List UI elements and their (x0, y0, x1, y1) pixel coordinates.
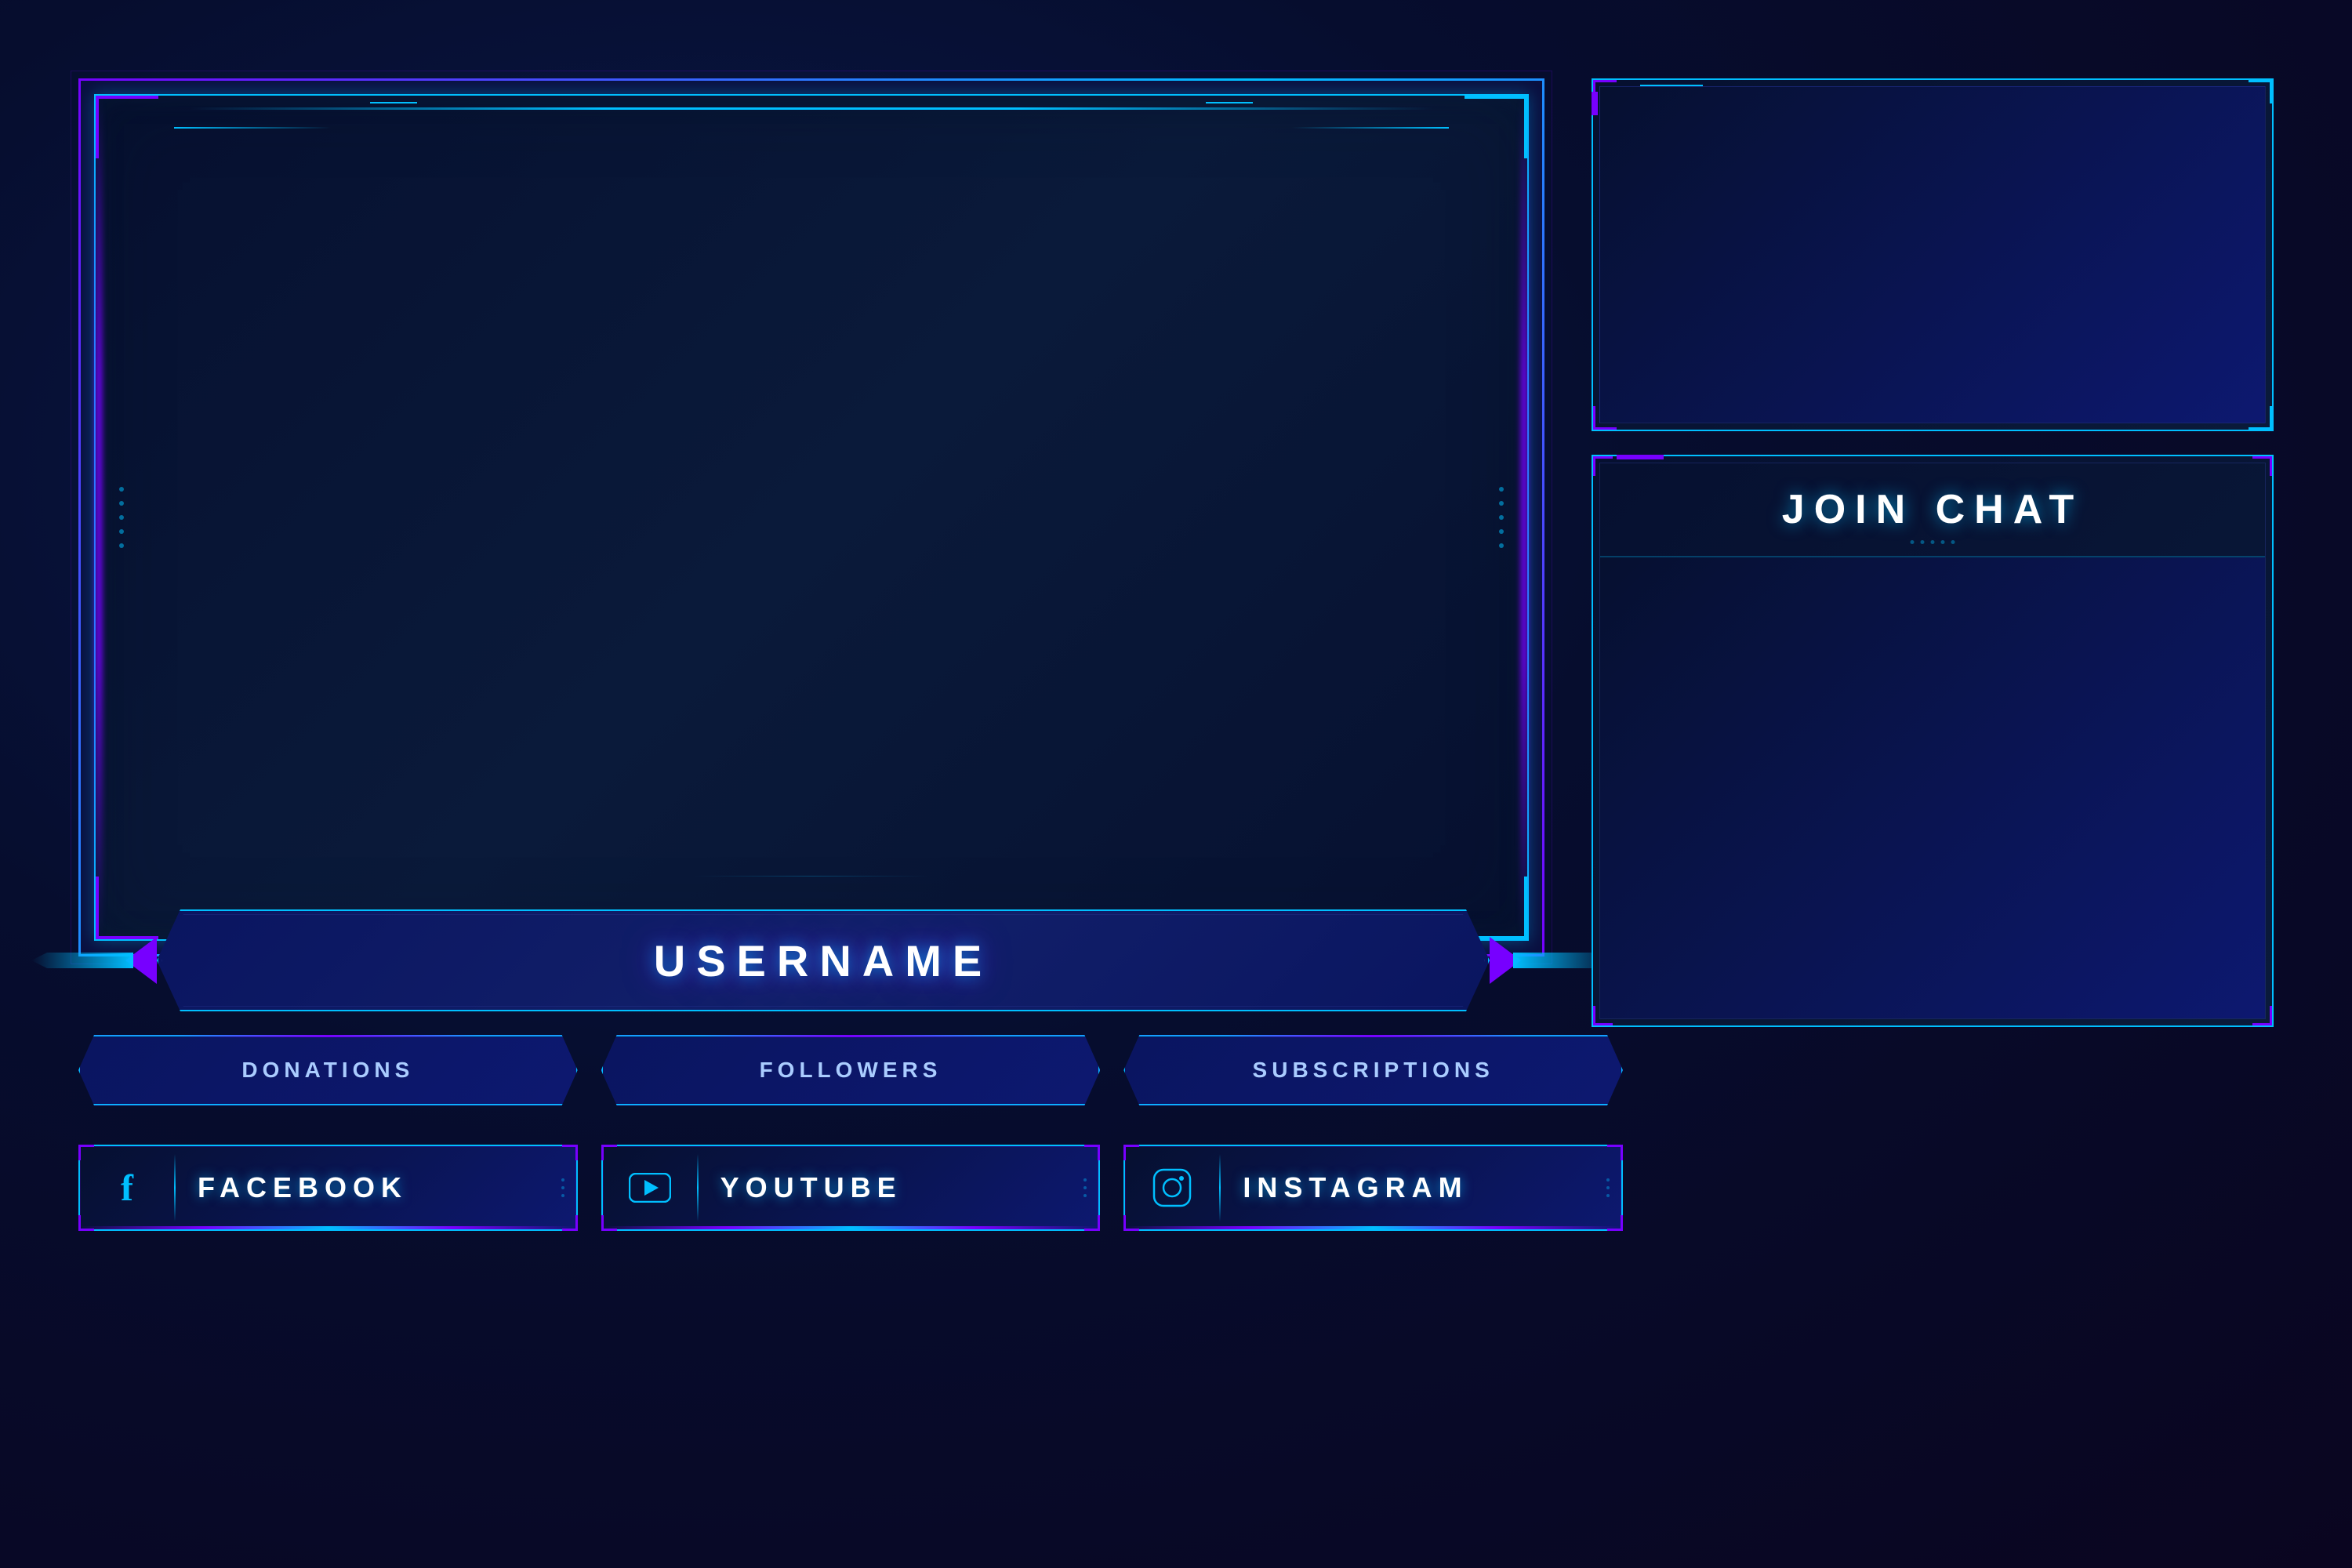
youtube-label: YOUTUBE (720, 1171, 902, 1204)
facebook-icon: f (121, 1167, 133, 1210)
dot (1499, 487, 1504, 492)
corner-bl-decoration (96, 877, 158, 939)
social-divider (697, 1154, 699, 1221)
dot (119, 487, 124, 492)
chat-dot (1921, 540, 1925, 544)
social-text-area: FACEBOOK (182, 1146, 576, 1229)
facebook-label: FACEBOOK (198, 1171, 408, 1204)
chat-dot (1931, 540, 1935, 544)
social-icon-area: f (80, 1146, 174, 1229)
hud-line-bottom (694, 876, 929, 877)
social-text-area: YOUTUBE (705, 1146, 1099, 1229)
social-dots-right (561, 1178, 564, 1197)
social-dots-right (1083, 1178, 1087, 1197)
youtube-icon (629, 1173, 671, 1203)
social-dot (561, 1178, 564, 1181)
social-dot (561, 1194, 564, 1197)
instagram-icon (1152, 1167, 1192, 1208)
social-panels: f FACEBOOK (78, 1145, 1623, 1231)
corner-tl-decoration (96, 96, 158, 158)
social-panel-instagram[interactable]: INSTAGRAM (1123, 1145, 1623, 1231)
dot (1499, 543, 1504, 548)
stat-panel-donations: DONATIONS (78, 1035, 578, 1105)
social-dot (1606, 1194, 1610, 1197)
main-video-frame (78, 78, 1544, 956)
dot (119, 515, 124, 520)
dot (1499, 501, 1504, 506)
dot (1499, 515, 1504, 520)
instagram-label: INSTAGRAM (1243, 1171, 1468, 1204)
webcam-inner (1599, 86, 2266, 423)
stat-subscriptions-label: SUBSCRIPTIONS (1123, 1035, 1623, 1105)
frame-top-notch-right (1206, 102, 1253, 103)
chat-header: JOIN CHAT (1600, 463, 2265, 557)
social-dot (561, 1186, 564, 1189)
outer-glow (96, 96, 1527, 939)
hud-line-top-right (1292, 127, 1449, 129)
webcam-panel (1592, 78, 2274, 431)
social-dot (1606, 1178, 1610, 1181)
frame-top-notch-left (370, 102, 417, 103)
frame-top-bar (190, 107, 1433, 110)
social-divider (174, 1154, 176, 1221)
bottom-accent (1125, 1226, 1621, 1229)
stat-followers-label: FOLLOWERS (601, 1035, 1101, 1105)
social-icon-area (1125, 1146, 1219, 1229)
dot (1499, 529, 1504, 534)
social-dot (1083, 1194, 1087, 1197)
dot (119, 501, 124, 506)
username-bg: USERNAME (157, 909, 1490, 1011)
username-panel: USERNAME (157, 909, 1490, 1011)
stat-panel-subscriptions: SUBSCRIPTIONS (1123, 1035, 1623, 1105)
corner-tr-decoration (1465, 96, 1527, 158)
social-dot (1083, 1178, 1087, 1181)
right-panels: JOIN CHAT (1592, 78, 2274, 1027)
chat-dots (1911, 540, 1955, 544)
wc-notch-left (1592, 92, 1598, 115)
social-dot (1083, 1186, 1087, 1189)
main-frame-inner (94, 94, 1529, 941)
username-sidebar-left (31, 953, 133, 968)
social-dot (1606, 1186, 1610, 1189)
purple-glow-right (1521, 96, 1527, 939)
stat-panel-followers: FOLLOWERS (601, 1035, 1101, 1105)
chat-body (1600, 557, 2265, 1018)
chat-inner: JOIN CHAT (1599, 463, 2266, 1019)
layout: USERNAME DONATIONS FOLLOWERS SUBSCRIPTIO… (78, 78, 2274, 1490)
bottom-accent (80, 1226, 576, 1229)
dot (119, 543, 124, 548)
side-dots-right (1499, 487, 1504, 548)
social-panel-youtube[interactable]: YOUTUBE (601, 1145, 1101, 1231)
chat-dot (1951, 540, 1955, 544)
dot (119, 529, 124, 534)
hud-line-top-left (174, 127, 331, 129)
chat-dot (1941, 540, 1945, 544)
bottom-accent (603, 1226, 1099, 1229)
stat-panels: DONATIONS FOLLOWERS SUBSCRIPTIONS (78, 1035, 1623, 1105)
side-dots-left (119, 487, 124, 548)
social-text-area: INSTAGRAM (1227, 1146, 1621, 1229)
chat-title: JOIN CHAT (1782, 486, 2083, 533)
social-panel-facebook[interactable]: f FACEBOOK (78, 1145, 578, 1231)
social-dots-right (1606, 1178, 1610, 1197)
chat-dot (1911, 540, 1915, 544)
chat-panel: JOIN CHAT (1592, 455, 2274, 1027)
social-divider (1219, 1154, 1221, 1221)
stat-donations-label: DONATIONS (78, 1035, 578, 1105)
chat-tab (1617, 455, 1664, 459)
username-text: USERNAME (157, 909, 1490, 1011)
purple-glow-left (96, 96, 102, 939)
social-icon-area (603, 1146, 697, 1229)
